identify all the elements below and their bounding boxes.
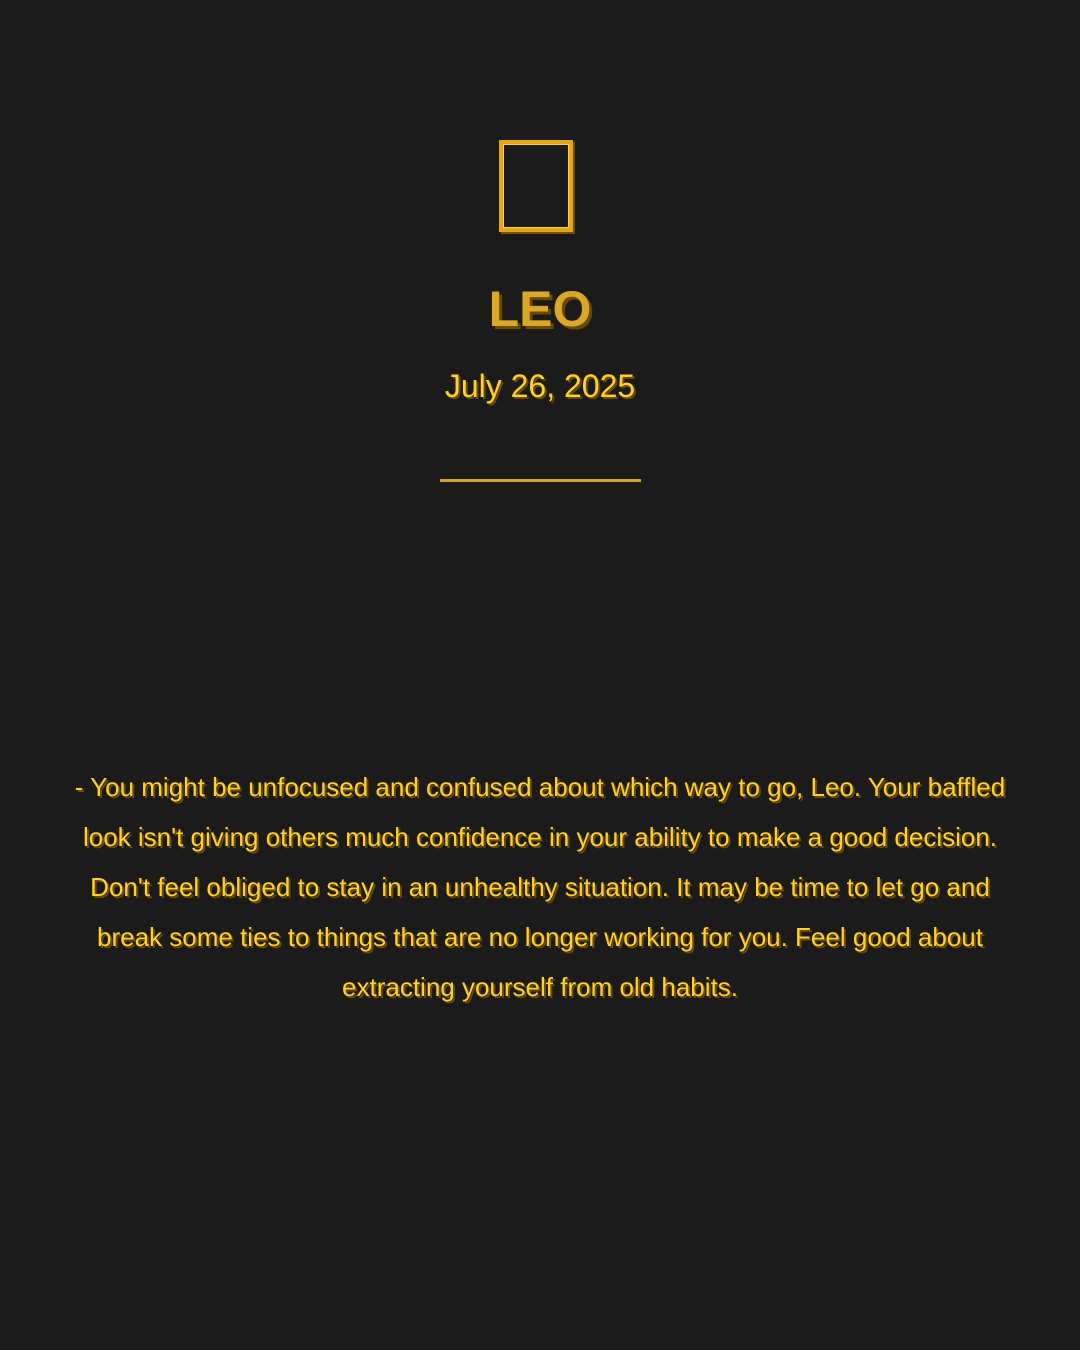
divider (440, 479, 641, 482)
leo-zodiac-icon (499, 140, 573, 232)
horoscope-date: July 26, 2025 (444, 368, 636, 404)
horoscope-text: - You might be unfocused and confused ab… (74, 772, 1006, 1002)
sign-title: LEO (488, 281, 592, 337)
horoscope-card: LEO July 26, 2025 - You might be unfocus… (0, 0, 1080, 1350)
